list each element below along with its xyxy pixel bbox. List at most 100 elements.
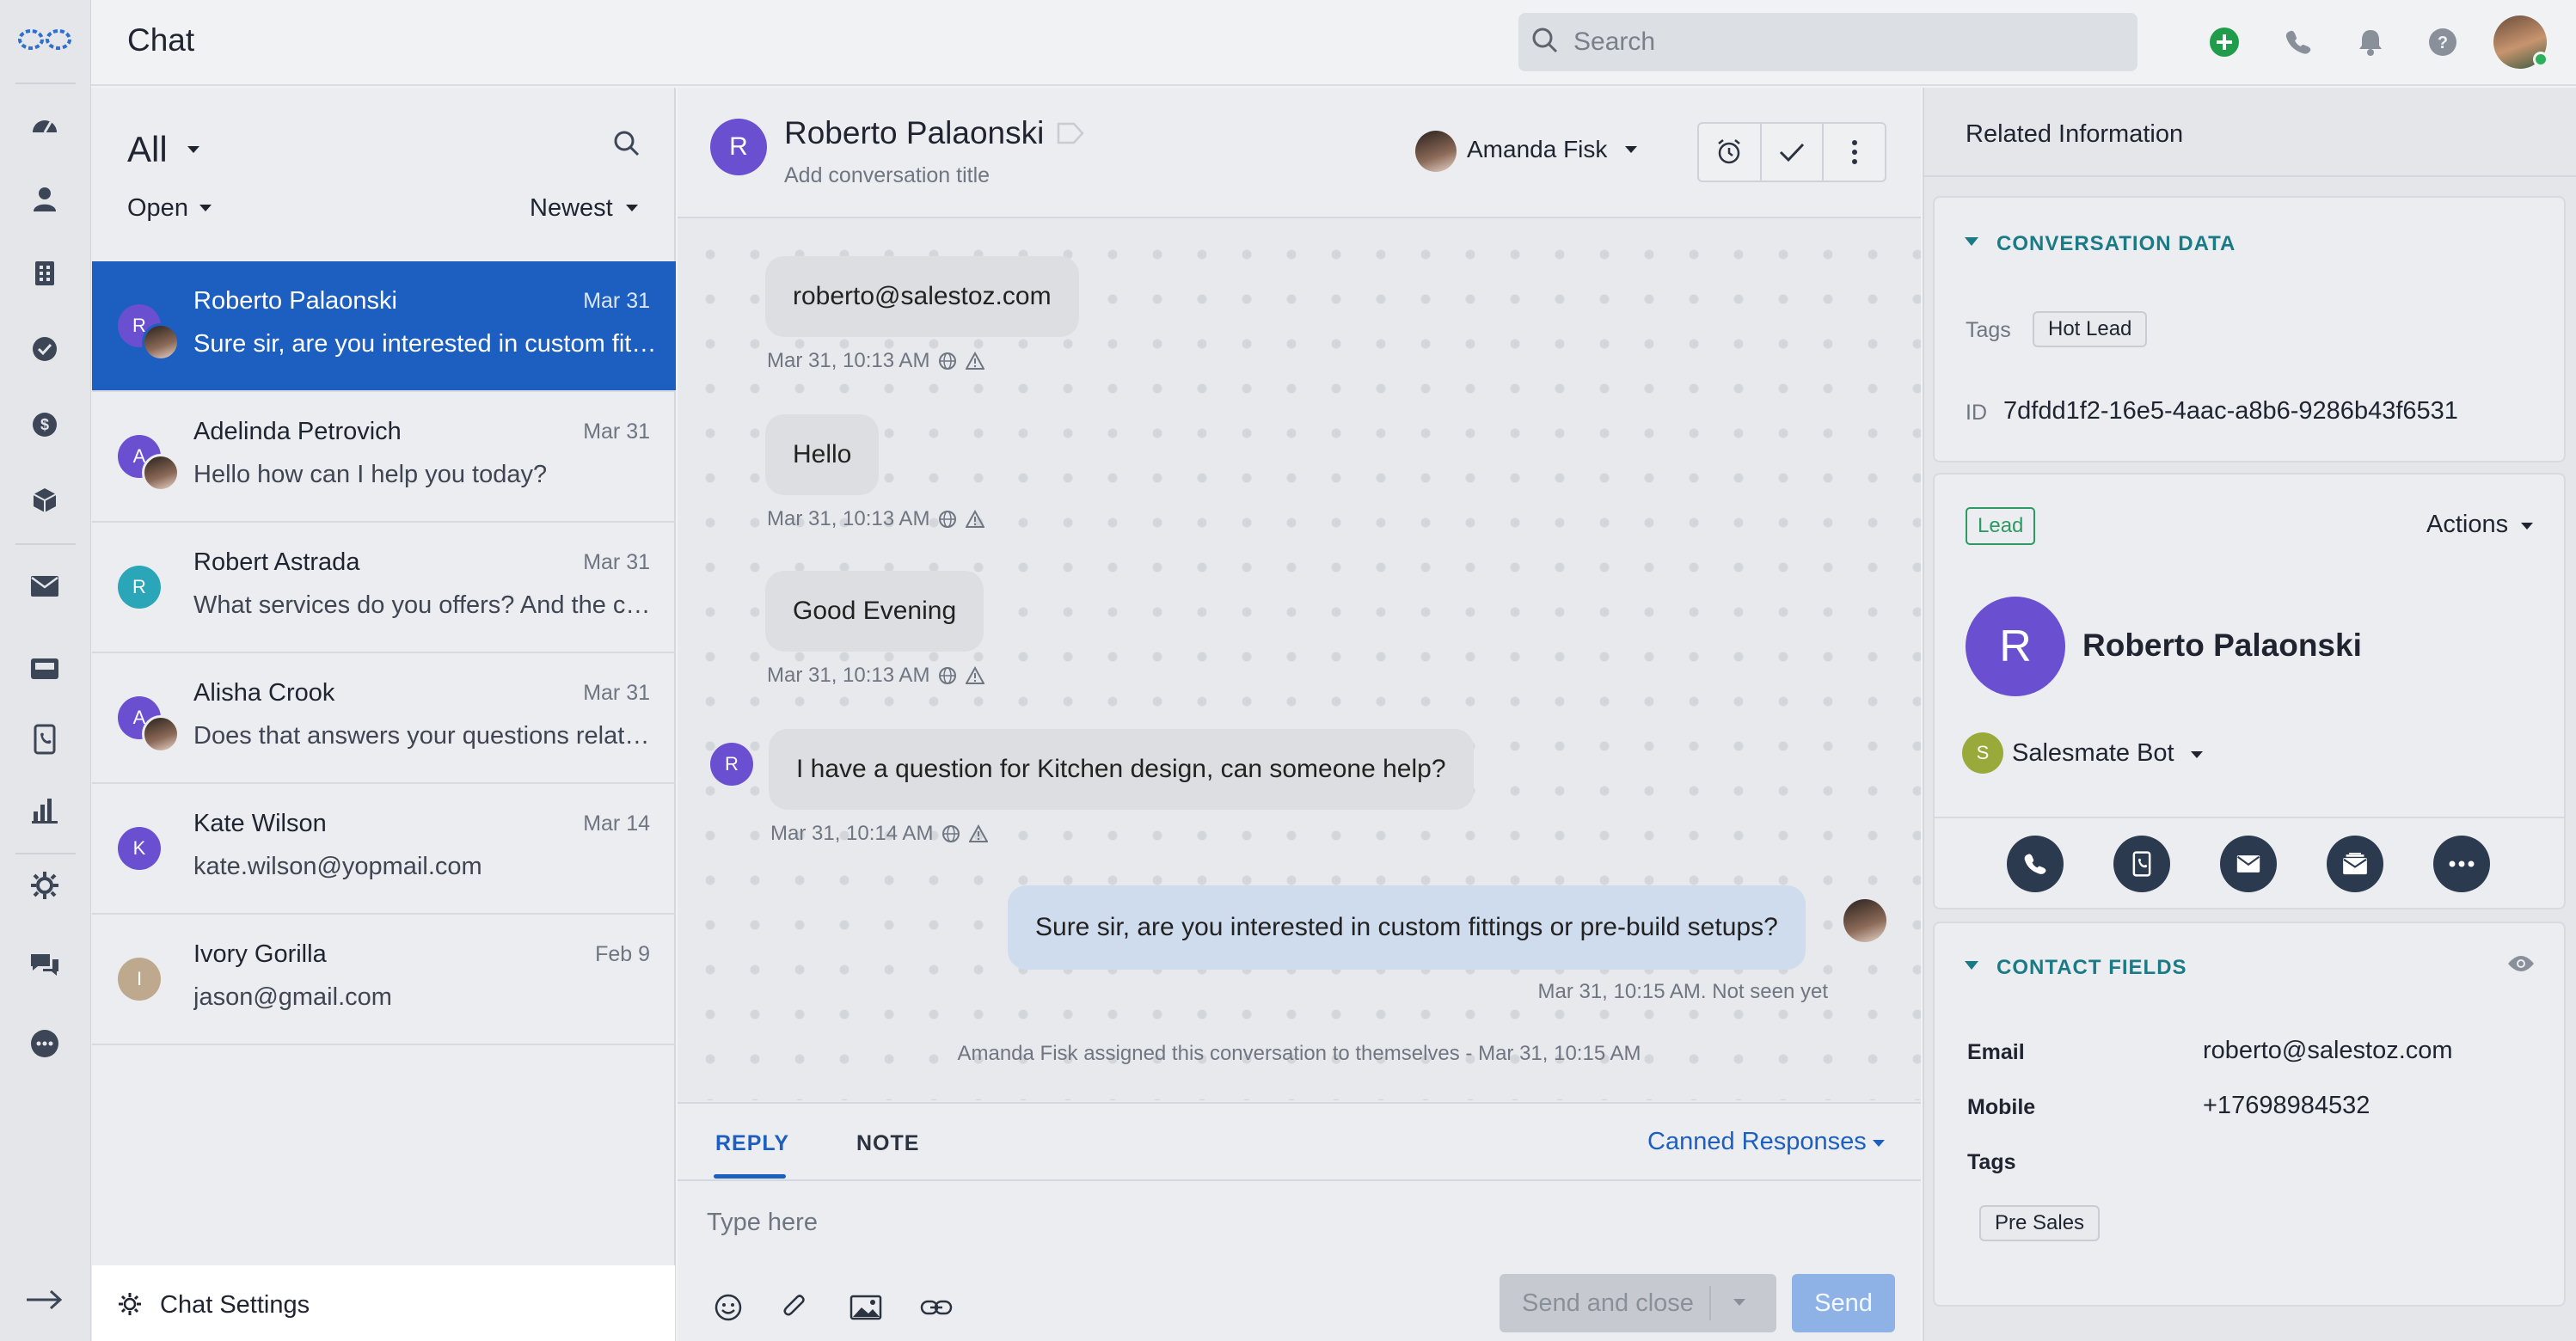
conversation-preview: jason@gmail.com — [193, 983, 392, 1011]
gear-icon[interactable] — [117, 1291, 143, 1317]
companies-icon[interactable] — [26, 254, 64, 292]
email-icon — [2236, 855, 2260, 873]
contacts-icon[interactable] — [26, 181, 64, 218]
contact-actions-dropdown[interactable]: Actions — [2426, 511, 2508, 539]
warning-icon — [966, 510, 985, 528]
reply-input[interactable] — [705, 1197, 1892, 1248]
conversation-name: Kate Wilson — [193, 810, 327, 837]
chevron-down-icon[interactable] — [186, 144, 201, 155]
conversation-title-input[interactable]: Add conversation title — [784, 163, 990, 188]
conversation-data-heading[interactable]: CONVERSATION DATA — [1996, 232, 2236, 256]
caret-down-icon[interactable] — [1964, 959, 1979, 971]
image-icon[interactable] — [846, 1288, 886, 1327]
help-icon[interactable]: ? — [2423, 22, 2463, 62]
add-icon[interactable] — [2205, 22, 2244, 62]
email-icon[interactable] — [26, 567, 64, 605]
chat-icon[interactable] — [26, 946, 64, 983]
page-title: Chat — [127, 22, 195, 58]
email-value[interactable]: roberto@salestoz.com — [2203, 1037, 2453, 1065]
warning-icon — [966, 352, 985, 370]
message-bubble: Hello — [765, 414, 880, 495]
search-input[interactable] — [1572, 14, 2122, 70]
related-info-title: Related Information — [1966, 120, 2184, 148]
tab-note[interactable]: NOTE — [856, 1131, 919, 1156]
conversation-item[interactable]: K Kate Wilson Mar 14 kate.wilson@yopmail… — [92, 784, 676, 915]
caret-down-icon[interactable] — [1964, 236, 1979, 248]
owner-dropdown[interactable]: Salesmate Bot — [2012, 739, 2174, 768]
globe-icon — [942, 825, 960, 842]
logo-icon[interactable] — [15, 22, 74, 57]
assignee-name[interactable]: Amanda Fisk — [1467, 136, 1607, 163]
tag-chip[interactable]: Hot Lead — [2033, 311, 2148, 347]
sequence-email-button[interactable] — [2327, 836, 2383, 892]
tags-label: Tags — [1967, 1150, 2016, 1174]
phone-log-icon[interactable] — [26, 720, 64, 758]
more-options-button[interactable] — [1824, 124, 1885, 181]
contact-fields-heading[interactable]: CONTACT FIELDS — [1996, 956, 2187, 980]
conversation-item[interactable]: A Alisha Crook Mar 31 Does that answers … — [92, 653, 676, 784]
automation-icon[interactable] — [26, 866, 64, 904]
tag-chip[interactable]: Pre Sales — [1979, 1205, 2101, 1241]
chevron-down-icon[interactable] — [1623, 144, 1639, 155]
search-icon[interactable] — [612, 129, 641, 158]
call-button[interactable] — [2007, 836, 2064, 892]
conversation-contact-name[interactable]: Roberto Palaonski — [784, 115, 1044, 151]
send-button[interactable]: Send — [1792, 1274, 1895, 1332]
chevron-down-icon[interactable] — [1871, 1138, 1886, 1148]
reports-icon[interactable] — [26, 791, 64, 829]
label-tag-icon[interactable] — [1056, 120, 1085, 146]
emoji-icon[interactable] — [708, 1288, 748, 1327]
mobile-value[interactable]: +17698984532 — [2203, 1092, 2370, 1120]
contact-name[interactable]: Roberto Palaonski — [2082, 628, 2362, 664]
expand-icon[interactable] — [22, 1281, 65, 1319]
canned-responses-dropdown[interactable]: Canned Responses — [1647, 1128, 1867, 1156]
more-icon[interactable] — [26, 1025, 64, 1062]
conversation-item[interactable]: R Roberto Palaonski Mar 31 Sure sir, are… — [92, 261, 676, 392]
sort-filter[interactable]: Newest — [530, 194, 613, 223]
divider — [1923, 175, 2576, 177]
tasks-icon[interactable] — [26, 330, 64, 368]
chevron-down-icon[interactable] — [624, 203, 640, 213]
message-meta: Mar 31, 10:14 AM — [770, 822, 989, 846]
send-and-close-button[interactable]: Send and close — [1500, 1274, 1776, 1332]
dashboard-icon[interactable] — [26, 105, 64, 143]
divider — [1709, 1286, 1711, 1320]
bell-icon[interactable] — [2351, 22, 2390, 62]
mobile-label: Mobile — [1967, 1095, 2036, 1119]
conversation-item[interactable]: I Ivory Gorilla Feb 9 jason@gmail.com — [92, 915, 676, 1045]
agent-avatar — [142, 454, 180, 492]
more-actions-button[interactable] — [2433, 836, 2490, 892]
status-filter[interactable]: Open — [127, 194, 188, 223]
products-icon[interactable] — [26, 481, 64, 519]
chevron-down-icon[interactable] — [198, 203, 213, 213]
eye-icon[interactable] — [2507, 954, 2535, 973]
svg-text:?: ? — [2438, 34, 2448, 52]
inbox-filter[interactable]: All — [127, 129, 168, 170]
resolve-button[interactable] — [1762, 124, 1825, 181]
phone-log-icon — [2132, 851, 2151, 877]
conversation-item[interactable]: R Robert Astrada Mar 31 What services do… — [92, 523, 676, 653]
email-button[interactable] — [2220, 836, 2277, 892]
chevron-down-icon[interactable] — [2189, 750, 2205, 760]
conversation-preview: kate.wilson@yopmail.com — [193, 853, 482, 880]
chevron-down-icon[interactable] — [1732, 1296, 1747, 1312]
link-icon[interactable] — [917, 1288, 956, 1327]
agent-avatar — [142, 715, 180, 753]
snooze-button[interactable] — [1699, 124, 1762, 181]
conversation-name: Adelinda Petrovich — [193, 418, 402, 445]
conversation-item[interactable]: A Adelinda Petrovich Mar 31 Hello how ca… — [92, 392, 676, 523]
globe-icon — [939, 667, 957, 684]
phone-icon[interactable] — [2279, 22, 2318, 62]
message-meta: Mar 31, 10:15 AM. Not seen yet — [1537, 980, 1828, 1004]
assignee-avatar[interactable] — [1415, 131, 1457, 172]
chevron-down-icon[interactable] — [2519, 521, 2535, 531]
deals-icon[interactable]: $ — [26, 406, 64, 444]
tab-reply[interactable]: REPLY — [715, 1131, 789, 1156]
lead-status-badge: Lead — [1966, 507, 2036, 545]
message-time: Mar 31, 10:15 AM. Not seen yet — [1537, 980, 1828, 1003]
chat-settings-label[interactable]: Chat Settings — [160, 1291, 310, 1320]
message-time: Mar 31, 10:13 AM — [767, 664, 930, 687]
log-call-button[interactable] — [2113, 836, 2170, 892]
attachment-icon[interactable] — [776, 1288, 815, 1327]
inbox-icon[interactable] — [26, 650, 64, 688]
